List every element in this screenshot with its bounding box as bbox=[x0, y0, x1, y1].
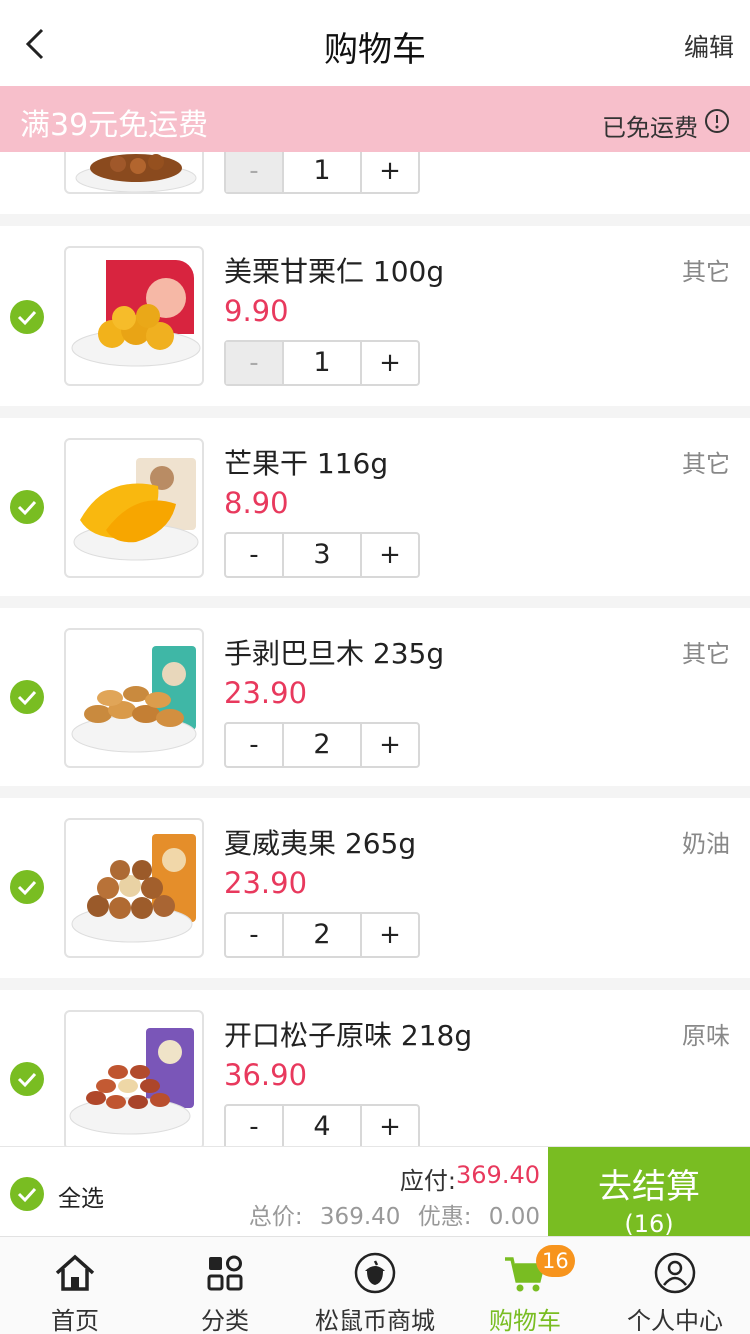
item-checkbox[interactable] bbox=[10, 1062, 44, 1096]
price-summary: 总价: 369.40 优惠: 0.00 bbox=[239, 1197, 540, 1231]
tab-coin-mall[interactable]: 松鼠币商城 bbox=[300, 1237, 450, 1334]
increase-button[interactable]: + bbox=[362, 914, 418, 956]
tab-label: 个人中心 bbox=[627, 1307, 723, 1334]
free-shipping-banner: 满39元免运费 已免运费 bbox=[0, 86, 750, 152]
item-checkbox[interactable] bbox=[10, 870, 44, 904]
user-icon bbox=[654, 1252, 696, 1294]
tab-label: 首页 bbox=[51, 1307, 99, 1334]
tab-profile[interactable]: 个人中心 bbox=[600, 1237, 750, 1334]
free-shipping-threshold: 满39元免运费 bbox=[20, 108, 209, 143]
product-name[interactable]: 手剥巴旦木 235g bbox=[224, 632, 444, 672]
nav-header: 购物车 编辑 bbox=[0, 0, 750, 88]
item-checkbox[interactable] bbox=[10, 300, 44, 334]
decrease-button[interactable]: - bbox=[226, 724, 282, 766]
product-price: 23.90 bbox=[224, 676, 308, 710]
product-spec: 其它 bbox=[682, 258, 730, 286]
checkout-bar: 全选 应付: 369.40 总价: 369.40 优惠: 0.00 去结算 (1… bbox=[0, 1146, 750, 1238]
quantity-stepper[interactable]: - 1 + bbox=[224, 340, 420, 386]
tab-label: 购物车 bbox=[489, 1307, 561, 1334]
cart-item: 夏威夷果 265g 23.90 奶油 - 2 + bbox=[0, 798, 750, 978]
tab-label: 松鼠币商城 bbox=[315, 1307, 435, 1334]
product-price: 9.90 bbox=[224, 294, 289, 328]
quantity-value[interactable]: 1 bbox=[282, 342, 362, 384]
home-icon bbox=[55, 1254, 95, 1291]
checkout-count: (16) bbox=[624, 1210, 674, 1238]
product-price: 36.90 bbox=[224, 1058, 308, 1092]
checkmark-icon bbox=[17, 1072, 37, 1088]
checkmark-icon bbox=[17, 1187, 37, 1203]
free-shipping-status: 已免运费 bbox=[602, 114, 698, 142]
quantity-stepper[interactable]: - 3 + bbox=[224, 532, 420, 578]
increase-button[interactable]: + bbox=[362, 152, 418, 192]
product-name[interactable]: 夏威夷果 265g bbox=[224, 822, 416, 862]
product-name[interactable]: 芒果干 116g bbox=[224, 442, 388, 482]
quantity-value[interactable]: 3 bbox=[282, 534, 362, 576]
tab-label: 分类 bbox=[201, 1307, 249, 1334]
quantity-stepper[interactable]: - 2 + bbox=[224, 912, 420, 958]
cart-list[interactable]: - 1 + 美栗甘栗仁 100g 9.90 其它 - 1 + 芒果干 116g … bbox=[0, 152, 750, 1146]
decrease-button[interactable]: - bbox=[226, 534, 282, 576]
quantity-stepper[interactable]: - 1 + bbox=[224, 152, 420, 194]
checkout-label: 去结算 bbox=[598, 1167, 700, 1207]
edit-button[interactable]: 编辑 bbox=[684, 28, 734, 64]
payable-label: 应付: bbox=[399, 1167, 456, 1195]
product-thumbnail[interactable] bbox=[64, 628, 204, 768]
quantity-value[interactable]: 2 bbox=[282, 724, 362, 766]
total-amount: 369.40 bbox=[319, 1204, 401, 1230]
quantity-stepper[interactable]: - 4 + bbox=[224, 1104, 420, 1146]
product-thumbnail[interactable] bbox=[64, 818, 204, 958]
product-name[interactable]: 美栗甘栗仁 100g bbox=[224, 250, 444, 290]
tab-cart[interactable]: 16 购物车 bbox=[450, 1237, 600, 1334]
quantity-stepper[interactable]: - 2 + bbox=[224, 722, 420, 768]
bottom-tab-bar: 首页 分类 松鼠币商城 16 购物车 个人中心 bbox=[0, 1236, 750, 1334]
product-price: 23.90 bbox=[224, 866, 308, 900]
product-spec: 原味 bbox=[682, 1022, 730, 1050]
increase-button[interactable]: + bbox=[362, 1106, 418, 1146]
product-thumbnail[interactable] bbox=[64, 1010, 204, 1146]
decrease-button[interactable]: - bbox=[226, 914, 282, 956]
cart-item: 芒果干 116g 8.90 其它 - 3 + bbox=[0, 418, 750, 596]
increase-button[interactable]: + bbox=[362, 342, 418, 384]
quantity-value[interactable]: 2 bbox=[282, 914, 362, 956]
increase-button[interactable]: + bbox=[362, 534, 418, 576]
select-all-checkbox[interactable] bbox=[10, 1177, 44, 1211]
payable-amount: 369.40 bbox=[456, 1161, 540, 1189]
cart-count-badge: 16 bbox=[536, 1245, 575, 1277]
decrease-button[interactable]: - bbox=[226, 342, 282, 384]
item-checkbox[interactable] bbox=[10, 490, 44, 524]
product-spec: 奶油 bbox=[682, 830, 730, 858]
select-all-label[interactable]: 全选 bbox=[58, 1179, 104, 1213]
checkmark-icon bbox=[17, 690, 37, 706]
product-spec: 其它 bbox=[682, 450, 730, 478]
decrease-button[interactable]: - bbox=[226, 1106, 282, 1146]
tab-home[interactable]: 首页 bbox=[0, 1237, 150, 1334]
quantity-value[interactable]: 1 bbox=[282, 152, 362, 192]
product-thumbnail[interactable] bbox=[64, 246, 204, 386]
increase-button[interactable]: + bbox=[362, 724, 418, 766]
total-label: 总价: bbox=[248, 1204, 303, 1230]
product-spec: 其它 bbox=[682, 640, 730, 668]
page-title: 购物车 bbox=[324, 30, 426, 70]
cart-item: 手剥巴旦木 235g 23.90 其它 - 2 + bbox=[0, 608, 750, 786]
cart-item: 美栗甘栗仁 100g 9.90 其它 - 1 + bbox=[0, 226, 750, 406]
checkmark-icon bbox=[17, 880, 37, 896]
product-price: 8.90 bbox=[224, 486, 289, 520]
cart-item: 开口松子原味 218g 36.90 原味 - 4 + bbox=[0, 990, 750, 1146]
checkmark-icon bbox=[17, 310, 37, 326]
tab-category[interactable]: 分类 bbox=[150, 1237, 300, 1334]
checkmark-icon bbox=[17, 500, 37, 516]
info-icon[interactable] bbox=[704, 108, 730, 134]
category-icon bbox=[207, 1255, 243, 1291]
quantity-value[interactable]: 4 bbox=[282, 1106, 362, 1146]
product-thumbnail[interactable] bbox=[64, 438, 204, 578]
decrease-button[interactable]: - bbox=[226, 152, 282, 192]
product-name[interactable]: 开口松子原味 218g bbox=[224, 1014, 472, 1054]
acorn-icon bbox=[354, 1252, 396, 1294]
discount-amount: 0.00 bbox=[488, 1204, 540, 1230]
product-thumbnail[interactable] bbox=[64, 152, 204, 194]
item-checkbox[interactable] bbox=[10, 680, 44, 714]
cart-item-partial: - 1 + bbox=[0, 152, 750, 214]
discount-label: 优惠: bbox=[417, 1204, 472, 1230]
checkout-button[interactable]: 去结算 (16) bbox=[548, 1147, 750, 1238]
